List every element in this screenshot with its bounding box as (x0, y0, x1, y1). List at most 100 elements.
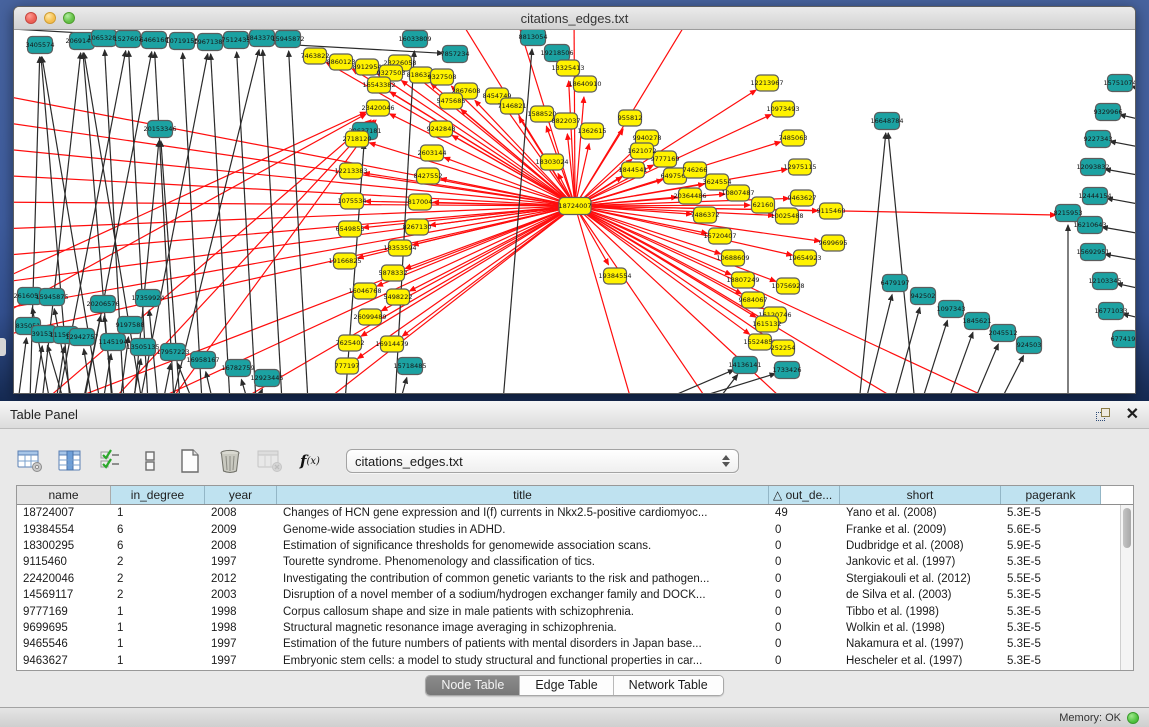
function-builder-icon[interactable]: f(x) (296, 448, 324, 474)
graph-node-label: 9327508 (428, 73, 457, 81)
float-icon[interactable] (1096, 408, 1112, 422)
table-cell: 5.3E-5 (1001, 556, 1101, 568)
network-graph-canvas[interactable]: 3405574206914061065328715276026466160107… (14, 30, 1135, 394)
graph-node-label: 7857234 (441, 50, 470, 58)
table-cell: de Silva et al. (2003) (840, 589, 1001, 601)
table-cell: Structural magnetic resonance image aver… (277, 622, 769, 634)
graph-node-label: 18807249 (726, 276, 759, 284)
table-row[interactable]: 1830029562008Estimation of significance … (17, 538, 1120, 554)
graph-node-label: 19384554 (598, 272, 631, 280)
graph-edge (163, 364, 171, 394)
table-row[interactable]: 1456911722003Disruption of a novel membe… (17, 587, 1120, 603)
graph-node-label: 9242848 (427, 125, 456, 133)
graph-node-label: 9327503 (377, 69, 406, 77)
graph-node-label: 1845621 (963, 317, 992, 325)
graph-node-label: 10756928 (771, 282, 804, 290)
graph-edge (30, 57, 40, 394)
table-cell: 2003 (205, 589, 277, 601)
graph-edge (859, 133, 886, 394)
table-cell: 2012 (205, 573, 277, 585)
graph-node-label: 817004 (408, 198, 433, 206)
graph-node-label: 3624554 (703, 178, 732, 186)
column-header-pagerank[interactable]: pagerank (1001, 486, 1101, 504)
table-row[interactable]: 969969511998Structural magnetic resonanc… (17, 620, 1120, 636)
graph-node-label: 12093832 (1076, 163, 1109, 171)
graph-node-label: 62160 (753, 201, 774, 209)
table-cell: Wolkin et al. (1998) (840, 622, 1001, 634)
column-header-out_de[interactable]: △ out_de... (769, 486, 840, 504)
graph-node-label: 8822037 (552, 117, 581, 125)
table-cell: 9115460 (17, 556, 111, 568)
status-bar: Memory: OK (0, 707, 1149, 727)
table-scrollbar[interactable] (1120, 505, 1133, 670)
graph-node-label: 10973493 (766, 105, 799, 113)
table-cell: 0 (769, 606, 840, 618)
graph-node-label: 16782759 (221, 364, 254, 372)
network-table-select[interactable]: citations_edges.txt (346, 449, 739, 473)
graph-edge (921, 320, 947, 394)
table-row[interactable]: 911546021997Tourette syndrome. Phenomeno… (17, 554, 1120, 570)
close-window-button[interactable] (25, 12, 37, 24)
window-titlebar[interactable]: citations_edges.txt (14, 7, 1135, 30)
scrollbar-thumb[interactable] (1123, 508, 1131, 548)
window-title: citations_edges.txt (521, 11, 629, 26)
column-header-year[interactable]: year (205, 486, 277, 504)
show-columns-icon[interactable] (56, 448, 84, 474)
graph-node-label: 10025488 (770, 212, 803, 220)
graph-edge (999, 356, 1024, 394)
table-row[interactable]: 1938455462009Genome-wide association stu… (17, 521, 1120, 537)
minimize-window-button[interactable] (44, 12, 56, 24)
graph-node-label: 12923445 (250, 374, 283, 382)
delete-table-icon[interactable] (216, 448, 244, 474)
table-cell: Yano et al. (2008) (840, 507, 1001, 519)
table-cell: 22420046 (17, 573, 111, 585)
graph-node-label: 1844541 (619, 166, 648, 174)
graph-edge (44, 206, 575, 394)
graph-node-label: 20206576 (86, 300, 119, 308)
table-cell: 1 (111, 507, 205, 519)
table-cell: 1 (111, 622, 205, 634)
column-header-title[interactable]: title (277, 486, 769, 504)
graph-node-label: 9684067 (739, 296, 768, 304)
graph-node-label: 6466160 (140, 36, 169, 44)
tab-edge-table[interactable]: Edge Table (520, 676, 613, 695)
graph-node-label: 12213383 (334, 167, 367, 175)
network-view-window[interactable]: citations_edges.txt 34055742069140610653… (13, 6, 1136, 394)
graph-node-label: 18640910 (568, 80, 601, 88)
table-cell: Dudbridge et al. (2008) (840, 540, 1001, 552)
graph-node-label: 9699695 (819, 239, 848, 247)
table-row[interactable]: 1872400712008Changes of HCN gene express… (17, 505, 1120, 521)
zoom-window-button[interactable] (63, 12, 75, 24)
table-cell: 5.3E-5 (1001, 622, 1101, 634)
table-cell: 9699695 (17, 622, 111, 634)
table-row[interactable]: 2242004622012Investigating the contribut… (17, 571, 1120, 587)
column-header-in_degree[interactable]: in_degree (111, 486, 205, 504)
table-row[interactable]: 946362711997Embryonic stem cells: a mode… (17, 653, 1120, 669)
table-mode-icon[interactable] (136, 448, 164, 474)
column-header-short[interactable]: short (840, 486, 1001, 504)
select-columns-icon[interactable] (96, 448, 124, 474)
graph-node-label: 13325413 (551, 64, 584, 72)
close-icon[interactable]: ✕ (1126, 408, 1139, 422)
graph-edge (575, 206, 714, 394)
graph-node-label: 924503 (1017, 341, 1042, 349)
graph-edge (241, 380, 248, 394)
table-header-row: namein_degreeyeartitle△ out_de...shortpa… (17, 486, 1133, 505)
table-cell: 19384554 (17, 524, 111, 536)
table-settings-icon[interactable] (16, 448, 44, 474)
graph-node-label: 7146821 (498, 102, 527, 110)
table-row[interactable]: 977716911998Corpus callosum shape and si… (17, 603, 1120, 619)
control-panel-grip[interactable] (0, 338, 6, 356)
table-cell: 18724007 (17, 507, 111, 519)
graph-node-label: 15720407 (703, 232, 736, 240)
table-cell: 2008 (205, 540, 277, 552)
column-header-name[interactable]: name (17, 486, 111, 504)
tab-node-table[interactable]: Node Table (426, 676, 520, 695)
table-row[interactable]: 946554611997Estimation of the future num… (17, 636, 1120, 652)
tab-network-table[interactable]: Network Table (614, 676, 723, 695)
combo-arrows-icon (722, 455, 730, 467)
graph-node-label: 5475685 (437, 97, 466, 105)
graph-node-label: 8860123 (327, 58, 356, 66)
new-table-icon[interactable] (176, 448, 204, 474)
graph-node-label: 16543382 (362, 81, 395, 89)
